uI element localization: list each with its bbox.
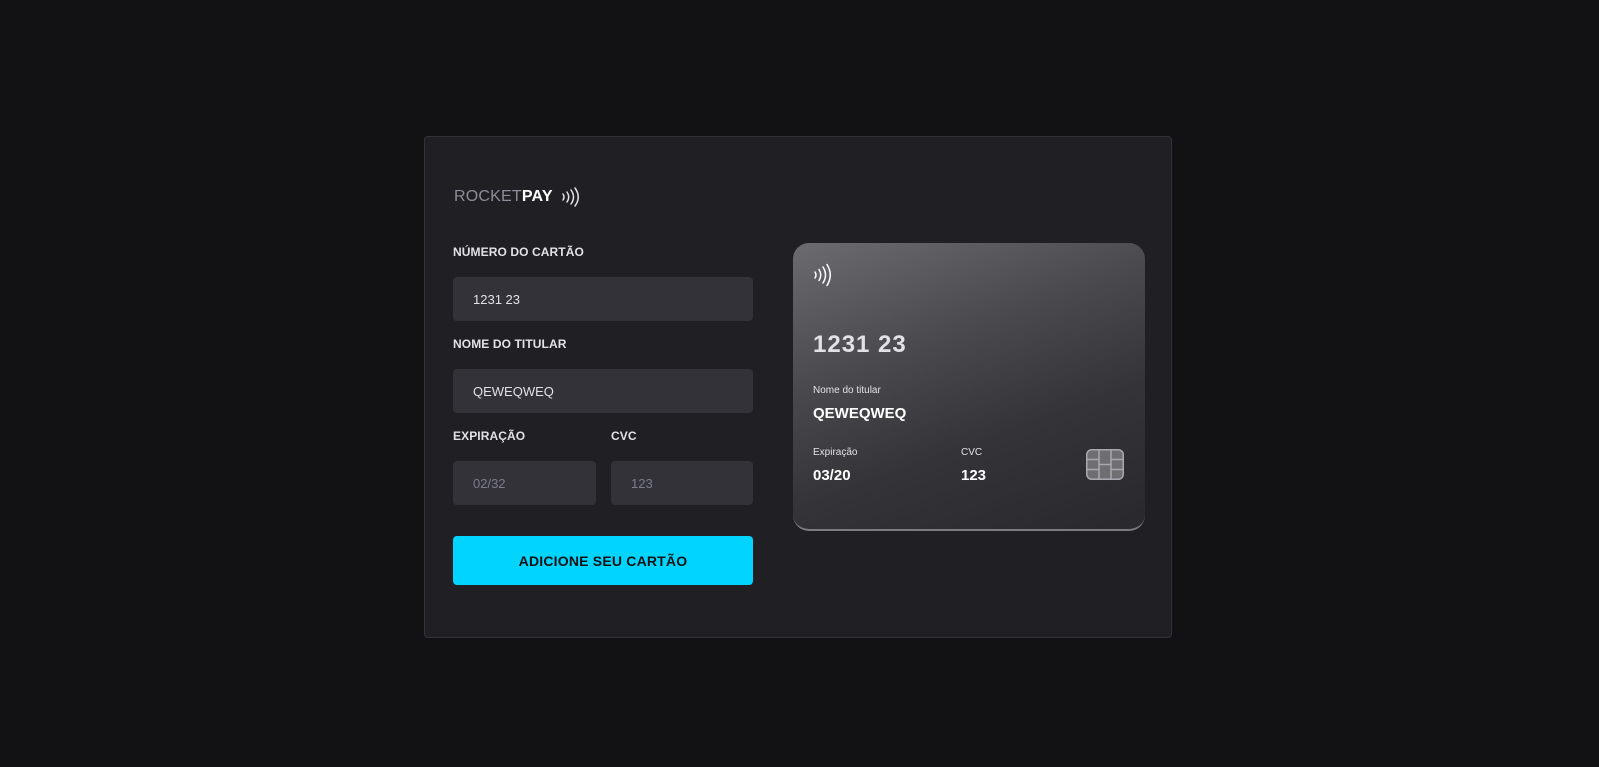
brand-name-light: ROCKET — [454, 188, 522, 205]
holder-name-input[interactable] — [453, 369, 753, 413]
brand-logo: ROCKET PAY — [454, 187, 579, 207]
contactless-icon — [561, 187, 579, 207]
contactless-icon — [814, 263, 831, 287]
card-chip-icon — [1086, 449, 1124, 480]
expiration-label: EXPIRAÇÃO — [453, 429, 526, 443]
holder-name-label: NOME DO TITULAR — [453, 337, 567, 351]
cvc-input[interactable] — [611, 461, 753, 505]
card-number-input[interactable] — [453, 277, 753, 321]
payment-panel: ROCKETPAY NÚMERO DO CARTÃO NOME DO TITUL… — [424, 136, 1172, 638]
card-preview-cvc-value: 123 — [961, 467, 987, 484]
card-number-label: NÚMERO DO CARTÃO — [453, 245, 584, 259]
card-preview-holder-label: Nome do titular — [813, 385, 881, 396]
card-preview-holder-value: QEWEQWEQ — [813, 405, 907, 422]
cvc-label: CVC — [611, 429, 637, 443]
expiration-input[interactable] — [453, 461, 596, 505]
add-card-button[interactable]: ADICIONE SEU CARTÃO — [453, 536, 753, 585]
card-preview-cvc-label: CVC — [961, 447, 983, 458]
card-preview-expiration-label: Expiração — [813, 447, 858, 458]
brand-name-bold: PAY — [521, 188, 553, 205]
card-preview-expiration-value: 03/20 — [813, 467, 851, 484]
card-preview: 1231 23 Nome do titular QEWEQWEQ Expiraç… — [793, 243, 1145, 531]
card-preview-number: 1231 23 — [813, 331, 907, 358]
